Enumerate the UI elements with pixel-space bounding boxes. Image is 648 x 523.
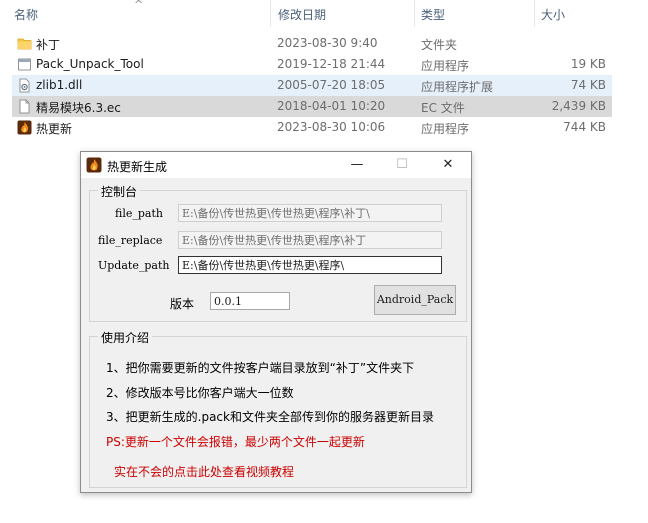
file-name: 精易模块6.3.ec [36,101,121,115]
version-label: 版本 [170,297,195,311]
file-name: zlib1.dll [36,78,83,92]
dialog-title: 热更新生成 [107,160,168,174]
file-row[interactable]: 补丁 2023-08-30 9:40 文件夹 [12,33,612,54]
file-row[interactable]: Pack_Unpack_Tool 2019-12-18 21:44 应用程序 1… [12,54,612,75]
flame-app-icon [86,157,102,173]
file-row[interactable]: zlib1.dll 2005-07-20 18:05 应用程序扩展 74 KB [12,75,612,96]
file-date: 2019-12-18 21:44 [277,57,386,71]
file-row[interactable]: 精易模块6.3.ec 2018-04-01 10:20 EC 文件 2,439 … [12,96,612,117]
file-path-input[interactable]: E:\备份\传世热更\传世热更\程序\补丁\ [178,204,442,222]
file-type: 文件夹 [421,38,458,52]
hot-update-dialog: 热更新生成 — ☐ ✕ 控制台 file_path E:\备份\传世热更\传世热… [80,151,472,493]
sort-up-icon: ^ [134,0,144,11]
control-group: 控制台 file_path E:\备份\传世热更\传世热更\程序\补丁\ fil… [89,183,467,322]
version-input[interactable]: 0.0.1 [210,292,290,310]
android-pack-button[interactable]: Android_Pack [374,285,456,315]
column-header: ^ 名称 修改日期 类型 大小 [0,0,648,26]
file-date: 2018-04-01 10:20 [277,99,386,113]
file-type: 应用程序扩展 [421,80,494,94]
file-type: EC 文件 [421,101,465,115]
control-group-title: 控制台 [98,183,141,200]
close-button[interactable]: ✕ [428,152,468,178]
column-type[interactable]: 类型 [421,6,445,23]
file-replace-input[interactable]: E:\备份\传世热更\传世热更\程序\补丁 [178,231,442,249]
folder-icon [17,38,32,50]
dll-icon [19,78,30,93]
dialog-titlebar[interactable]: 热更新生成 — ☐ ✕ [81,152,471,178]
app-icon [18,58,31,71]
file-date: 2023-08-30 9:40 [277,36,378,50]
help-group: 使用介绍 1、把你需要更新的文件按客户端目录放到“补丁”文件夹下 2、修改版本号… [89,329,467,488]
column-divider[interactable] [270,0,271,26]
file-path-label: file_path [115,207,163,220]
file-replace-label: file_replace [98,234,163,247]
file-size: 19 KB [570,57,606,71]
help-group-title: 使用介绍 [98,329,153,346]
help-line: 2、修改版本号比你客户端大一位数 [106,386,294,400]
maximize-button[interactable]: ☐ [382,152,422,178]
column-divider[interactable] [534,0,535,26]
file-row[interactable]: 热更新 2023-08-30 10:06 应用程序 744 KB [12,117,612,138]
column-size[interactable]: 大小 [541,6,565,23]
help-line: 3、把更新生成的.pack和文件夹全部传到你的服务器更新目录 [106,410,434,424]
column-divider[interactable] [414,0,415,26]
video-tutorial-link[interactable]: 实在不会的点击此处查看视频教程 [114,463,294,480]
file-date: 2005-07-20 18:05 [277,78,386,92]
update-path-input[interactable]: E:\备份\传世热更\传世热更\程序\ [178,256,442,274]
column-name[interactable]: 名称 [14,6,38,23]
file-date: 2023-08-30 10:06 [277,120,386,134]
column-date[interactable]: 修改日期 [278,6,326,23]
file-type: 应用程序 [421,59,470,73]
help-line: 1、把你需要更新的文件按客户端目录放到“补丁”文件夹下 [106,361,415,375]
update-path-label: Update_path [98,259,170,272]
minimize-button[interactable]: — [337,152,377,178]
file-size: 744 KB [563,120,606,134]
file-name: 补丁 [36,38,61,52]
flame-app-icon [17,120,32,135]
file-name: 热更新 [36,122,73,136]
file-name: Pack_Unpack_Tool [36,57,144,71]
document-icon [19,99,30,114]
file-type: 应用程序 [421,122,470,136]
file-size: 2,439 KB [551,99,606,113]
file-size: 74 KB [570,78,606,92]
warning-text: PS:更新一个文件会报错，最少两个文件一起更新 [106,435,365,449]
